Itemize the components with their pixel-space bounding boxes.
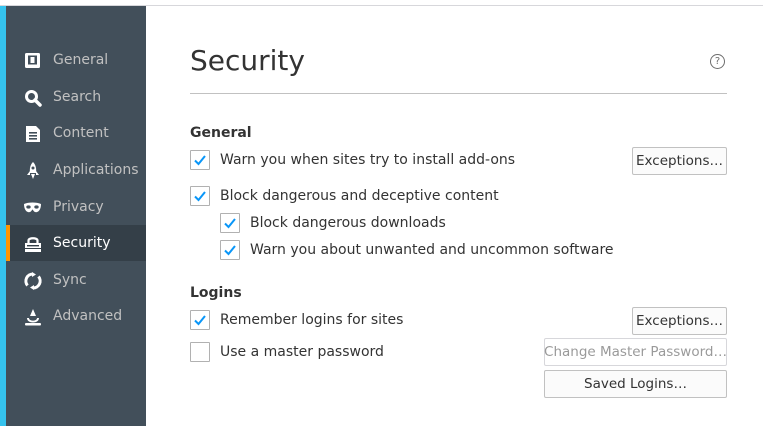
block-downloads-checkbox[interactable] xyxy=(220,213,240,233)
saved-logins-button[interactable]: Saved Logins… xyxy=(544,370,727,398)
block-downloads-option: Block dangerous downloads xyxy=(220,212,446,234)
sidebar-item-sync[interactable]: Sync xyxy=(6,262,146,298)
general-icon xyxy=(23,51,42,70)
warn-unwanted-checkbox[interactable] xyxy=(220,240,240,260)
security-lock-icon xyxy=(23,234,42,253)
block-dangerous-checkbox[interactable] xyxy=(190,186,210,206)
sidebar-item-label: Security xyxy=(53,235,111,251)
sidebar: General Search Content Applications Priv… xyxy=(0,6,146,426)
sidebar-item-label: Privacy xyxy=(53,199,104,215)
sidebar-item-security[interactable]: Security xyxy=(6,225,146,261)
page-title: Security xyxy=(190,44,305,77)
applications-icon xyxy=(23,161,42,180)
sidebar-item-applications[interactable]: Applications xyxy=(6,152,146,188)
help-icon[interactable]: ? xyxy=(710,54,725,69)
content-icon xyxy=(23,124,42,143)
search-icon xyxy=(23,88,42,107)
warn-unwanted-label[interactable]: Warn you about unwanted and uncommon sof… xyxy=(250,241,614,259)
security-pane: Security ? General Warn you when sites t… xyxy=(146,6,763,426)
checkmark-icon xyxy=(194,155,206,166)
checkmark-icon xyxy=(224,218,236,229)
change-master-password-button[interactable]: Change Master Password… xyxy=(544,338,727,366)
remember-logins-option: Remember logins for sites xyxy=(190,309,403,331)
advanced-icon xyxy=(23,307,42,326)
sidebar-item-general[interactable]: General xyxy=(6,42,146,78)
sidebar-item-content[interactable]: Content xyxy=(6,115,146,151)
remember-logins-checkbox[interactable] xyxy=(190,310,210,330)
sidebar-item-privacy[interactable]: Privacy xyxy=(6,189,146,225)
warn-addons-checkbox[interactable] xyxy=(190,150,210,170)
block-downloads-label[interactable]: Block dangerous downloads xyxy=(250,214,446,232)
master-password-checkbox[interactable] xyxy=(190,342,210,362)
master-password-label[interactable]: Use a master password xyxy=(220,343,384,361)
addons-exceptions-button[interactable]: Exceptions… xyxy=(632,147,727,175)
master-password-option: Use a master password xyxy=(190,341,384,363)
checkmark-icon xyxy=(224,245,236,256)
sidebar-item-label: General xyxy=(53,52,109,68)
checkmark-icon xyxy=(194,191,206,202)
checkmark-icon xyxy=(194,315,206,326)
general-group-heading: General xyxy=(190,125,252,141)
remember-logins-label[interactable]: Remember logins for sites xyxy=(220,311,403,329)
privacy-mask-icon xyxy=(23,198,42,217)
sidebar-item-label: Content xyxy=(53,125,109,141)
sidebar-item-search[interactable]: Search xyxy=(6,79,146,115)
block-dangerous-label[interactable]: Block dangerous and deceptive content xyxy=(220,187,499,205)
warn-addons-label[interactable]: Warn you when sites try to install add-o… xyxy=(220,151,515,169)
sync-icon xyxy=(23,271,42,290)
header-divider xyxy=(190,93,727,94)
logins-group-heading: Logins xyxy=(190,285,242,301)
sidebar-item-label: Advanced xyxy=(53,308,123,324)
sidebar-item-label: Search xyxy=(53,89,102,105)
sidebar-item-label: Applications xyxy=(53,162,139,178)
warn-addons-option: Warn you when sites try to install add-o… xyxy=(190,149,515,171)
block-dangerous-option: Block dangerous and deceptive content xyxy=(190,185,499,207)
warn-unwanted-option: Warn you about unwanted and uncommon sof… xyxy=(220,239,614,261)
sidebar-item-advanced[interactable]: Advanced xyxy=(6,298,146,334)
sidebar-item-label: Sync xyxy=(53,272,87,288)
logins-exceptions-button[interactable]: Exceptions… xyxy=(632,307,727,335)
